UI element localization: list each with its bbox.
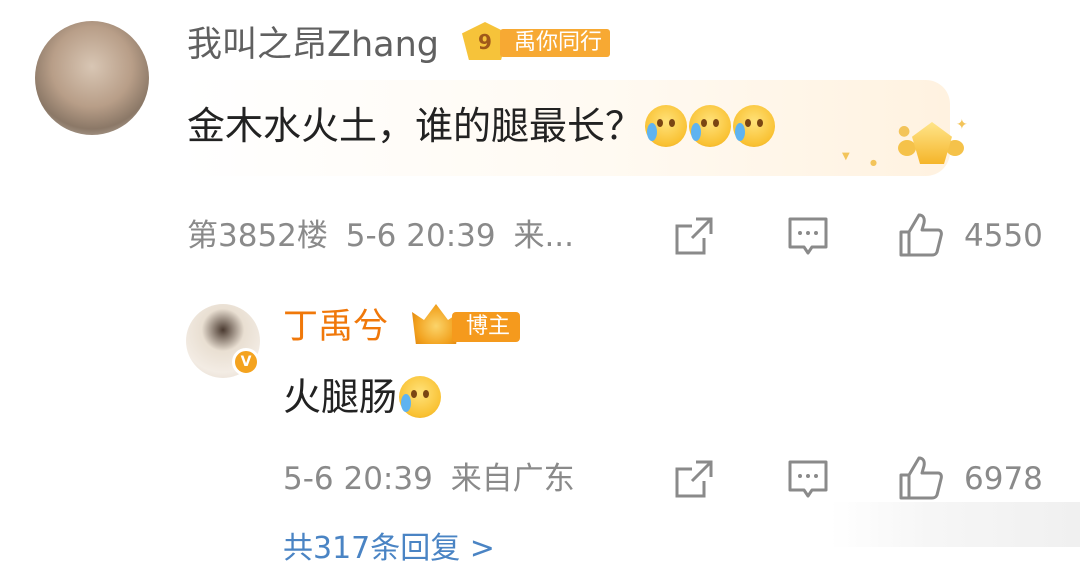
reply-text: 火腿肠	[283, 375, 398, 419]
reply-time: 5-6 20:39	[283, 461, 433, 497]
sparkle-icon: ✦	[956, 117, 968, 133]
like-thumb-icon[interactable]	[898, 455, 944, 501]
blogger-username[interactable]: 丁禹兮	[283, 304, 388, 350]
like-thumb-icon[interactable]	[898, 212, 944, 258]
sparkle-icon: ●	[898, 123, 911, 139]
comment-time: 5-6 20:39	[345, 218, 496, 254]
crying-laugh-emoji	[645, 105, 688, 147]
crying-laugh-emoji	[733, 105, 776, 147]
fan-badge-label: 禹你同行	[500, 29, 611, 57]
comment-meta: 第3852楼 5-6 20:39 来...	[187, 216, 574, 256]
fan-badge[interactable]: 9 禹你同行	[462, 22, 614, 60]
like-count: 6978	[964, 461, 1043, 497]
reply-source: 来自广东	[450, 461, 575, 497]
share-icon[interactable]	[674, 459, 714, 499]
sparkle-icon: ▼	[842, 151, 850, 162]
comment-source: 来...	[513, 218, 575, 254]
share-icon[interactable]	[674, 216, 714, 256]
comment-text: 金木水火土，谁的腿最长？	[187, 104, 644, 148]
reply-text-row[interactable]: 火腿肠	[283, 371, 442, 423]
blogger-badge-label: 博主	[452, 312, 521, 342]
reply-comment-icon[interactable]	[787, 216, 829, 258]
commenter-username[interactable]: 我叫之昂Zhang	[187, 22, 439, 68]
watermark-fade	[830, 502, 1080, 547]
crying-laugh-emoji	[399, 376, 442, 418]
crying-laugh-emoji	[689, 105, 732, 147]
verified-badge-icon: V	[232, 348, 260, 376]
commenter-avatar[interactable]	[35, 21, 149, 135]
reply-comment-icon[interactable]	[787, 459, 829, 501]
like-count: 4550	[964, 218, 1043, 254]
blogger-badge: 博主	[412, 304, 524, 344]
floor-number: 第3852楼	[187, 218, 328, 254]
more-replies-link[interactable]: 共317条回复 >	[283, 534, 495, 564]
comment-text-row[interactable]: 金木水火土，谁的腿最长？	[187, 98, 776, 154]
sparkle-icon: ●	[870, 158, 877, 167]
reply-meta: 5-6 20:39 来自广东	[283, 459, 575, 499]
